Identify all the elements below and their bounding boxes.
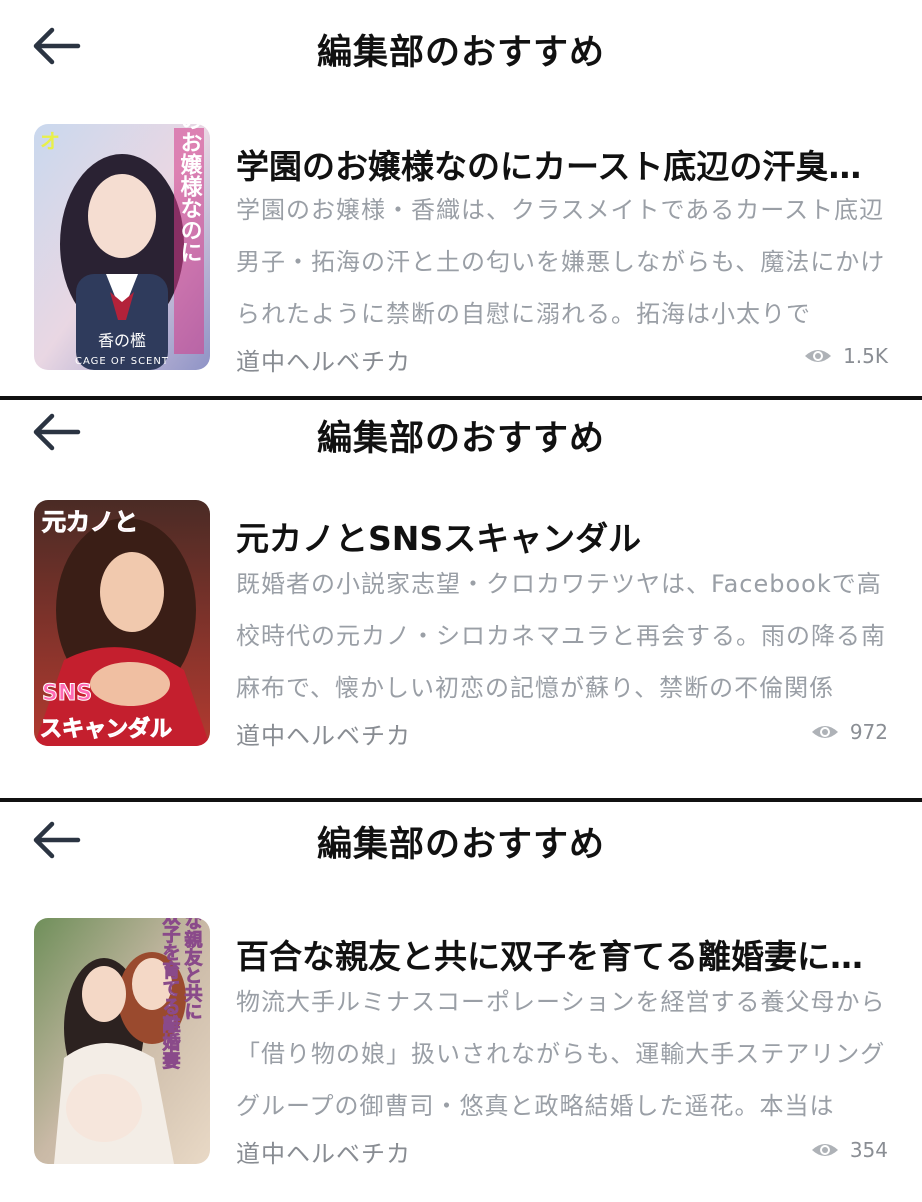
svg-text:オ: オ [40,129,60,153]
book-description: 既婚者の小説家志望・クロカワテツヤは、Facebookで高校時代の元カノ・シロカ… [236,570,886,702]
cover-illustration: 百合な親友と共に 双子を育てる離婚妻 [34,918,210,1164]
view-count: 972 [810,720,888,744]
view-count: 354 [810,1138,888,1162]
book-cover[interactable]: 百合な親友と共に 双子を育てる離婚妻 [34,918,210,1164]
cover-english-text: CAGE OF SCENT [75,356,169,367]
book-title[interactable]: 百合な親友と共に双子を育てる離婚妻になりました [236,930,876,978]
book-author: 道中ヘルベチカ [236,722,411,750]
view-count: 1.5K [803,344,888,368]
view-count-value: 1.5K [843,344,888,368]
view-count-value: 972 [849,720,888,744]
book-title[interactable]: 学園のお嬢様なのにカースト底辺の汗臭い男子の匂いで [236,140,876,188]
cover-subtitle-text: 香の檻 [98,331,146,350]
page-title: 編集部のおすすめ [316,825,605,865]
recommendation-panel: 編集部のおすすめ 百合な親友と共に 双子を育てる離婚妻 百合な親友と共に双子を育… [0,802,922,1202]
cover-subtitle-text: 双子を育てる離婚妻 [160,918,181,1070]
cover-illustration: 学園のお嬢様なのに オ 香の檻 CAGE OF SCENT [34,124,210,370]
book-title[interactable]: 元カノとSNSスキャンダル [236,512,876,560]
eye-icon [811,726,838,738]
cover-title-text: 学園のお嬢様なのに [177,124,203,263]
eye-icon [811,1144,838,1156]
book-description: 学園のお嬢様・香織は、クラスメイトであるカースト底辺男子・拓海の汗と土の匂いを嫌… [236,196,886,328]
book-author: 道中ヘルベチカ [236,1140,411,1168]
eye-icon [805,350,832,362]
page-title: 編集部のおすすめ [316,419,605,459]
cover-subtitle-text: SNS [42,681,92,706]
book-cover[interactable]: 学園のお嬢様なのに オ 香の檻 CAGE OF SCENT [34,124,210,370]
cover-title-text: 百合な親友と共に [182,918,203,1020]
book-description: 物流大手ルミナスコーポレーションを経営する養父母から「借り物の娘」扱いされながら… [236,988,886,1120]
cover-illustration: 元カノと SNS スキャンダル [34,500,210,746]
view-count-value: 354 [849,1138,888,1162]
recommendation-panel: 編集部のおすすめ 元カノと SNS スキャンダル 元カノとSNSスキャンダル 既… [0,400,922,800]
book-author: 道中ヘルベチカ [236,348,411,376]
recommendation-panel: 編集部のおすすめ 学園のお嬢様なのに オ 香の檻 CAGE OF SCENT 学… [0,0,922,400]
cover-subtitle-text: スキャンダル [40,716,172,742]
cover-title-text: 元カノと [42,508,138,536]
page-title: 編集部のおすすめ [316,33,605,73]
book-cover[interactable]: 元カノと SNS スキャンダル [34,500,210,746]
